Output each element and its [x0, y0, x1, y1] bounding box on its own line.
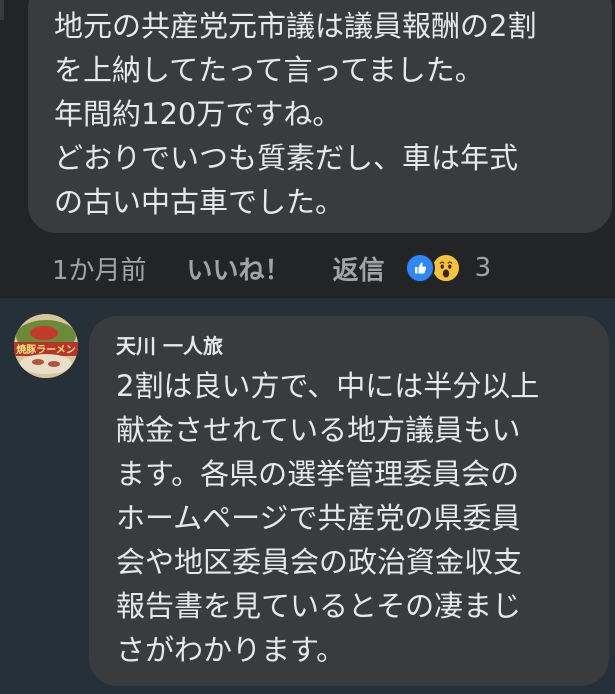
- comment-bubble: 地元の共産党元市議は議員報酬の2割 を上納してたって言ってました。 年間約120…: [28, 0, 612, 233]
- wow-icon: [430, 253, 461, 283]
- reply-text-line: さがわかります。: [116, 633, 346, 667]
- reply-author-name[interactable]: 天川 一人旅: [116, 328, 609, 364]
- reply-bubble: 天川 一人旅 2割は良い方で、中には半分以上 献金させれている地方議員もい ます…: [89, 316, 609, 686]
- like-button[interactable]: いいね！: [187, 250, 291, 287]
- comment-actions: 1か月前 いいね！ 返信 3: [52, 248, 491, 288]
- comment-text-line: を上納してたって言ってました。: [54, 53, 484, 87]
- comment-text-line: 年間約120万ですね。: [54, 97, 342, 131]
- thread-line: [0, 0, 4, 20]
- avatar-image: 焼豚ラーメン: [14, 314, 78, 378]
- reaction-count: 3: [474, 253, 492, 283]
- reactions-summary[interactable]: 3: [404, 253, 492, 283]
- reply-text-line: 会や地区委員会の政治資金収支: [116, 545, 523, 579]
- like-icon: [404, 253, 435, 283]
- avatar[interactable]: 焼豚ラーメン: [14, 314, 78, 378]
- comment-timestamp[interactable]: 1か月前: [52, 250, 147, 287]
- reply-text-line: 献金させれている地方議員もい: [116, 413, 521, 447]
- comment-text-line: どおりでいつも質素だし、車は年式: [54, 141, 519, 175]
- comment-text-line: 地元の共産党元市議は議員報酬の2割: [54, 9, 537, 43]
- first-comment-area: 地元の共産党元市議は議員報酬の2割 を上納してたって言ってました。 年間約120…: [0, 0, 615, 298]
- reply-text-line: 報告書を見ているとその凄まじ: [116, 589, 522, 623]
- reply-button[interactable]: 返信: [333, 250, 385, 287]
- reply-text-line: ホームページで共産党の県委員: [116, 501, 521, 535]
- comment-text-line: の古い中古車でした。: [54, 185, 345, 219]
- reply-text-line: ます。各県の選挙管理委員会の: [116, 457, 520, 491]
- reply-text-line: 2割は良い方で、中には半分以上: [116, 369, 540, 403]
